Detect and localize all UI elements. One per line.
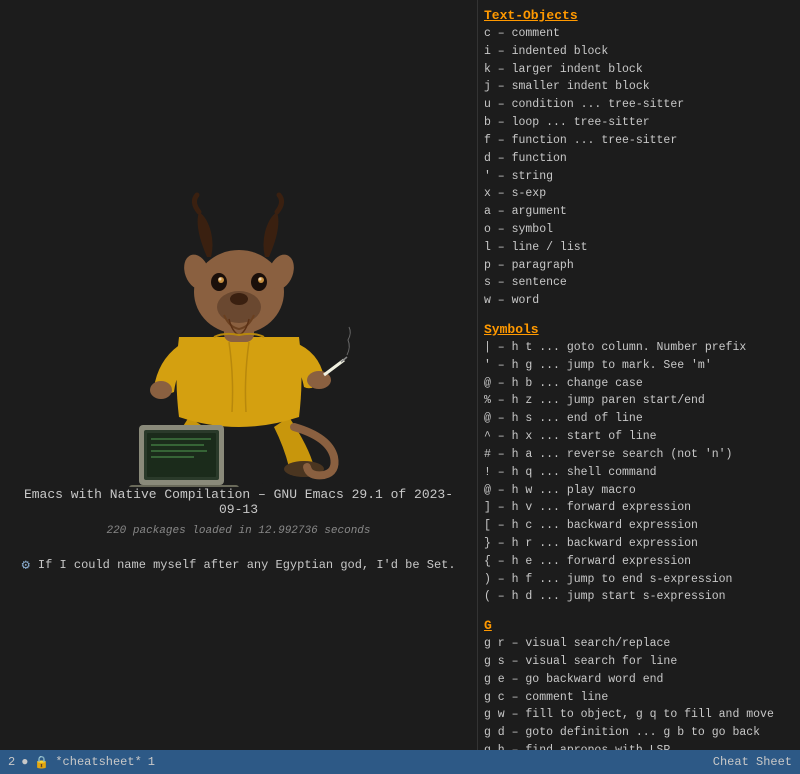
gear-icon: ⚙ xyxy=(21,557,29,574)
key-item: g c – comment line xyxy=(484,689,794,707)
status-num: 2 xyxy=(8,755,15,769)
key-item: ^ – h x ... start of line xyxy=(484,428,794,446)
symbols-title: Symbols xyxy=(484,322,794,337)
status-right-label: Cheat Sheet xyxy=(713,755,792,769)
key-item: d – function xyxy=(484,150,794,168)
text-objects-list: c – comment i – indented block k – large… xyxy=(484,25,794,310)
key-item: p – paragraph xyxy=(484,257,794,275)
key-item: % – h z ... jump paren start/end xyxy=(484,392,794,410)
key-item: g s – visual search for line xyxy=(484,653,794,671)
key-item: @ – h w ... play macro xyxy=(484,482,794,500)
key-item: g e – go backward word end xyxy=(484,671,794,689)
status-filename: *cheatsheet* xyxy=(55,755,141,769)
message-text: If I could name myself after any Egyptia… xyxy=(38,558,456,572)
main-area: Emacs with Native Compilation – GNU Emac… xyxy=(0,0,800,750)
status-bar: 2 ● 🔒 *cheatsheet* 1 Cheat Sheet xyxy=(0,750,800,774)
key-item: @ – h s ... end of line xyxy=(484,410,794,428)
key-item: o – symbol xyxy=(484,221,794,239)
key-item: i – indented block xyxy=(484,43,794,61)
key-item: g w – fill to object, g q to fill and mo… xyxy=(484,706,794,724)
key-item: b – loop ... tree-sitter xyxy=(484,114,794,132)
key-item: ! – h q ... shell command xyxy=(484,464,794,482)
key-item: c – comment xyxy=(484,25,794,43)
status-col: 1 xyxy=(148,755,155,769)
key-item: g d – goto definition ... g b to go back xyxy=(484,724,794,742)
text-objects-title: Text-Objects xyxy=(484,8,794,23)
key-item: ' – h g ... jump to mark. See 'm' xyxy=(484,357,794,375)
gnu-mascot xyxy=(99,177,379,487)
key-item: g r – visual search/replace xyxy=(484,635,794,653)
key-item: a – argument xyxy=(484,203,794,221)
key-item: { – h e ... forward expression xyxy=(484,553,794,571)
message-line: ⚙ If I could name myself after any Egypt… xyxy=(21,557,455,574)
key-item: u – condition ... tree-sitter xyxy=(484,96,794,114)
key-item: # – h a ... reverse search (not 'n') xyxy=(484,446,794,464)
right-panel[interactable]: Text-Objects c – comment i – indented bl… xyxy=(478,0,800,750)
key-item: f – function ... tree-sitter xyxy=(484,132,794,150)
packages-info: 220 packages loaded in 12.992736 seconds xyxy=(106,525,370,537)
key-item: @ – h b ... change case xyxy=(484,375,794,393)
g-title: G xyxy=(484,618,794,633)
status-lock-icon: 🔒 xyxy=(34,755,49,770)
key-item: ( – h d ... jump start s-expression xyxy=(484,588,794,606)
key-item: x – s-exp xyxy=(484,185,794,203)
symbols-list: | – h t ... goto column. Number prefix '… xyxy=(484,339,794,606)
key-item: l – line / list xyxy=(484,239,794,257)
key-item: [ – h c ... backward expression xyxy=(484,517,794,535)
left-panel: Emacs with Native Compilation – GNU Emac… xyxy=(0,0,478,750)
key-item: | – h t ... goto column. Number prefix xyxy=(484,339,794,357)
key-item: ) – h f ... jump to end s-expression xyxy=(484,571,794,589)
key-item: k – larger indent block xyxy=(484,61,794,79)
key-item: s – sentence xyxy=(484,274,794,292)
key-item: } – h r ... backward expression xyxy=(484,535,794,553)
key-item: w – word xyxy=(484,292,794,310)
key-item: ' – string xyxy=(484,168,794,186)
key-item: g h – find apropos with LSP xyxy=(484,742,794,750)
key-item: j – smaller indent block xyxy=(484,78,794,96)
key-item: ] – h v ... forward expression xyxy=(484,499,794,517)
status-dot: ● xyxy=(21,755,28,769)
g-list: g r – visual search/replace g s – visual… xyxy=(484,635,794,750)
emacs-title: Emacs with Native Compilation – GNU Emac… xyxy=(20,487,457,517)
